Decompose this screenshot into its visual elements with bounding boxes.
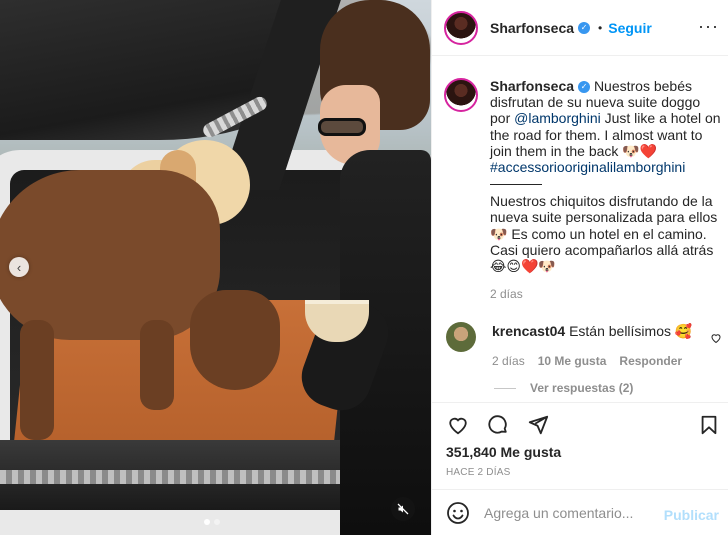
mute-button[interactable]	[391, 497, 415, 521]
post-media[interactable]: ‹	[0, 0, 431, 535]
action-icons	[446, 413, 550, 437]
caption-text-es: Nuestros chiquitos disfrutando de la nue…	[490, 193, 718, 275]
share-button[interactable]	[526, 413, 550, 437]
comment-like-button[interactable]	[710, 332, 722, 347]
more-options-button[interactable]: ···	[698, 16, 719, 37]
verified-badge-icon: ✓	[578, 81, 591, 94]
follow-button[interactable]: Seguir	[608, 20, 652, 36]
post-caption: Sharfonseca ✓ Nuestros bebés disfrutan de…	[444, 78, 724, 302]
post-photo	[0, 0, 431, 535]
comment: krencast04 Están bellísimos 🥰 2 días 10 …	[444, 322, 724, 370]
post-date[interactable]: HACE 2 DÍAS	[446, 467, 510, 478]
comment-body: krencast04 Están bellísimos 🥰 2 días 10 …	[492, 322, 692, 370]
previous-slide-button[interactable]: ‹	[9, 257, 29, 277]
publish-button[interactable]: Publicar	[664, 507, 719, 523]
send-icon	[528, 415, 549, 435]
caption-time[interactable]: 2 días	[490, 286, 724, 302]
smiley-icon	[447, 502, 469, 524]
separator-dot: •	[598, 20, 603, 35]
username[interactable]: Sharfonseca	[490, 20, 574, 36]
comment-meta: 2 días 10 Me gusta Responder	[492, 352, 692, 370]
heart-icon	[449, 417, 467, 435]
likes-count[interactable]: 351,840 Me gusta	[446, 444, 561, 460]
avatar[interactable]	[444, 78, 478, 112]
avatar[interactable]	[444, 10, 478, 45]
comment-likes[interactable]: 10 Me gusta	[538, 352, 607, 370]
actions-section: 351,840 Me gusta HACE 2 DÍAS Publicar	[432, 402, 728, 535]
caption-username[interactable]: Sharfonseca	[490, 78, 574, 94]
comment-input[interactable]	[484, 505, 654, 521]
mention-link[interactable]: @lamborghini	[514, 110, 601, 126]
bookmark-icon	[701, 415, 717, 435]
more-horizontal-icon: ···	[698, 16, 719, 36]
divider	[490, 184, 542, 186]
comment-icon	[488, 415, 507, 434]
add-comment-bar: Publicar	[432, 489, 728, 535]
carousel-dots	[204, 519, 220, 525]
reply-button[interactable]: Responder	[619, 352, 682, 370]
comment-time[interactable]: 2 días	[492, 352, 525, 370]
replies-line	[494, 387, 516, 389]
comment-button[interactable]	[486, 413, 510, 437]
post-panel: Sharfonseca ✓ • Seguir ··· Sharfonseca ✓ …	[431, 0, 728, 535]
hashtag-link[interactable]: #accessoriooriginalilamborghini	[490, 159, 685, 175]
post-header: Sharfonseca ✓ • Seguir ···	[432, 0, 728, 56]
heart-icon	[711, 334, 721, 344]
emoji-button[interactable]	[446, 501, 470, 525]
save-button[interactable]	[697, 413, 721, 437]
view-replies-button[interactable]: Ver respuestas (2)	[494, 381, 633, 395]
comment-username[interactable]: krencast04	[492, 323, 565, 339]
carousel-dot	[214, 519, 220, 525]
carousel-dot	[204, 519, 210, 525]
avatar[interactable]	[446, 322, 476, 352]
view-replies-label: Ver respuestas (2)	[530, 381, 634, 395]
caption-body: Sharfonseca ✓ Nuestros bebés disfrutan de…	[490, 78, 724, 302]
chevron-left-icon: ‹	[16, 259, 22, 275]
comment-text: Están bellísimos 🥰	[569, 323, 693, 339]
speaker-muted-icon	[397, 503, 409, 515]
like-button[interactable]	[446, 413, 470, 437]
verified-badge-icon: ✓	[578, 21, 591, 34]
